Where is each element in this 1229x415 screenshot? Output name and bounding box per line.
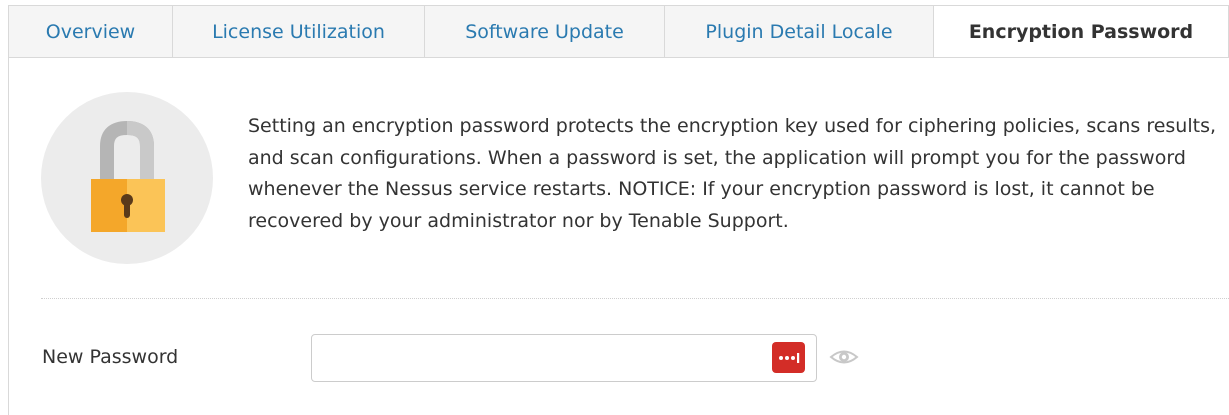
eye-icon[interactable]: [829, 345, 859, 369]
padlock-icon: [41, 92, 213, 264]
tab-bar: Overview License Utilization Software Up…: [8, 5, 1229, 58]
tab-plugin-detail-locale[interactable]: Plugin Detail Locale: [664, 5, 933, 58]
encryption-description: Setting an encryption password protects …: [248, 115, 1217, 232]
new-password-input[interactable]: [311, 334, 817, 382]
new-password-label: New Password: [42, 346, 179, 368]
password-manager-icon[interactable]: [772, 342, 805, 373]
tab-encryption-password[interactable]: Encryption Password: [933, 5, 1229, 58]
content-left-border: [8, 57, 9, 415]
section-divider: [41, 298, 1229, 299]
tab-software-update[interactable]: Software Update: [424, 5, 664, 58]
tab-license-utilization[interactable]: License Utilization: [172, 5, 424, 58]
tab-overview[interactable]: Overview: [8, 5, 172, 58]
tab-divider-line: [8, 57, 1229, 58]
